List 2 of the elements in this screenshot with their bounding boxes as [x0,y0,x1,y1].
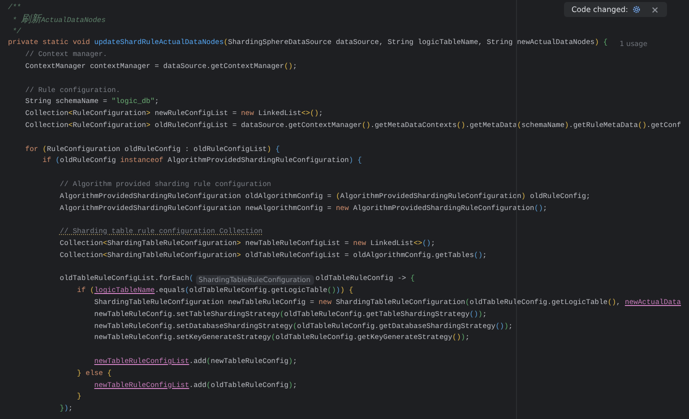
close-button[interactable] [651,6,659,14]
gear-icon[interactable] [632,5,641,14]
